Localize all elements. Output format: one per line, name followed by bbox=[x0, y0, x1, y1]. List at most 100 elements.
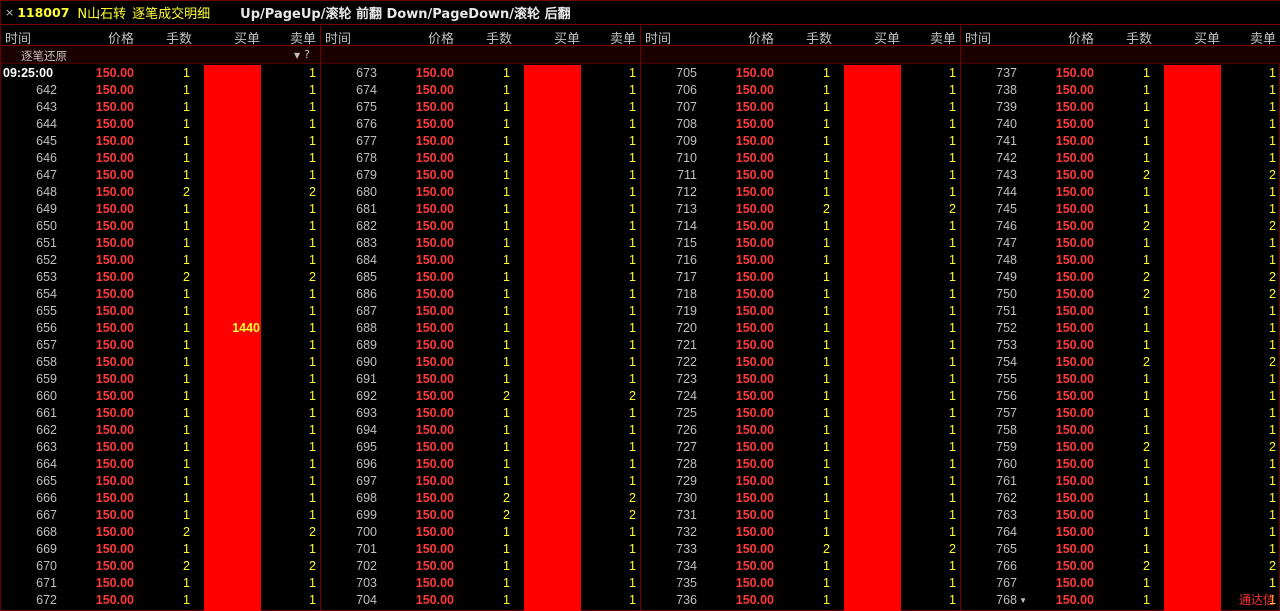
table-row[interactable]: 678 150.00 1 1 bbox=[321, 150, 640, 167]
table-row[interactable]: 686 150.00 1 1 bbox=[321, 286, 640, 303]
table-row[interactable]: 709 150.00 1 1 bbox=[641, 133, 960, 150]
table-row[interactable]: 672 150.00 1 1 bbox=[1, 592, 320, 609]
table-row[interactable]: 698 150.00 2 2 bbox=[321, 490, 640, 507]
header-price[interactable]: 价格 bbox=[108, 28, 134, 47]
table-row[interactable]: 654 150.00 1 1 bbox=[1, 286, 320, 303]
table-row[interactable]: 710 150.00 1 1 bbox=[641, 150, 960, 167]
table-row[interactable]: 642 150.00 1 1 bbox=[1, 82, 320, 99]
table-row[interactable]: 741 150.00 1 1 bbox=[961, 133, 1280, 150]
header-buy[interactable]: 买单 bbox=[1194, 28, 1220, 47]
table-row[interactable]: 644 150.00 1 1 bbox=[1, 116, 320, 133]
table-row[interactable]: 667 150.00 1 1 bbox=[1, 507, 320, 524]
table-row[interactable]: 714 150.00 1 1 bbox=[641, 218, 960, 235]
table-row[interactable]: 693 150.00 1 1 bbox=[321, 405, 640, 422]
table-row[interactable]: 675 150.00 1 1 bbox=[321, 99, 640, 116]
table-row[interactable]: 689 150.00 1 1 bbox=[321, 337, 640, 354]
table-row[interactable]: 706 150.00 1 1 bbox=[641, 82, 960, 99]
header-lots[interactable]: 手数 bbox=[166, 28, 192, 47]
table-row[interactable]: 726 150.00 1 1 bbox=[641, 422, 960, 439]
table-row[interactable]: 761 150.00 1 1 bbox=[961, 473, 1280, 490]
table-row[interactable]: 713 150.00 2 2 bbox=[641, 201, 960, 218]
table-row[interactable]: 767 150.00 1 1 bbox=[961, 575, 1280, 592]
filter-icon[interactable]: ▼ bbox=[294, 51, 304, 60]
table-row[interactable]: 768 150.00 1 1 ▼ bbox=[961, 592, 1280, 609]
table-row[interactable]: 711 150.00 1 1 bbox=[641, 167, 960, 184]
table-row[interactable]: 669 150.00 1 1 bbox=[1, 541, 320, 558]
table-row[interactable]: 739 150.00 1 1 bbox=[961, 99, 1280, 116]
header-lots[interactable]: 手数 bbox=[1126, 28, 1152, 47]
table-row[interactable]: 652 150.00 1 1 bbox=[1, 252, 320, 269]
table-row[interactable]: 712 150.00 1 1 bbox=[641, 184, 960, 201]
table-row[interactable]: 722 150.00 1 1 bbox=[641, 354, 960, 371]
close-icon[interactable]: × bbox=[5, 6, 14, 19]
table-row[interactable]: 653 150.00 2 2 bbox=[1, 269, 320, 286]
table-row[interactable]: 738 150.00 1 1 bbox=[961, 82, 1280, 99]
table-row[interactable]: 657 150.00 1 1 bbox=[1, 337, 320, 354]
table-row[interactable]: 757 150.00 1 1 bbox=[961, 405, 1280, 422]
header-time[interactable]: 时间 bbox=[965, 28, 991, 47]
table-row[interactable]: 717 150.00 1 1 bbox=[641, 269, 960, 286]
table-row[interactable]: 656 150.00 1 1 bbox=[1, 320, 320, 337]
table-row[interactable]: 682 150.00 1 1 bbox=[321, 218, 640, 235]
table-row[interactable]: 649 150.00 1 1 bbox=[1, 201, 320, 218]
table-row[interactable]: 650 150.00 1 1 bbox=[1, 218, 320, 235]
header-sell[interactable]: 卖单 bbox=[1250, 28, 1276, 47]
table-row[interactable]: 740 150.00 1 1 bbox=[961, 116, 1280, 133]
table-row[interactable]: 673 150.00 1 1 bbox=[321, 65, 640, 82]
table-row[interactable]: 702 150.00 1 1 bbox=[321, 558, 640, 575]
table-row[interactable]: 694 150.00 1 1 bbox=[321, 422, 640, 439]
table-row[interactable]: 743 150.00 2 2 bbox=[961, 167, 1280, 184]
table-row[interactable]: 658 150.00 1 1 bbox=[1, 354, 320, 371]
table-row[interactable]: 719 150.00 1 1 bbox=[641, 303, 960, 320]
table-row[interactable]: 681 150.00 1 1 bbox=[321, 201, 640, 218]
header-lots[interactable]: 手数 bbox=[806, 28, 832, 47]
table-row[interactable]: 754 150.00 2 2 bbox=[961, 354, 1280, 371]
table-row[interactable]: 700 150.00 1 1 bbox=[321, 524, 640, 541]
table-row[interactable]: 760 150.00 1 1 bbox=[961, 456, 1280, 473]
table-row[interactable]: 664 150.00 1 1 bbox=[1, 456, 320, 473]
table-row[interactable]: 732 150.00 1 1 bbox=[641, 524, 960, 541]
table-row[interactable]: 733 150.00 2 2 bbox=[641, 541, 960, 558]
table-row[interactable]: 648 150.00 2 2 bbox=[1, 184, 320, 201]
table-row[interactable]: 695 150.00 1 1 bbox=[321, 439, 640, 456]
table-row[interactable]: 697 150.00 1 1 bbox=[321, 473, 640, 490]
table-row[interactable]: 676 150.00 1 1 bbox=[321, 116, 640, 133]
table-row[interactable]: 766 150.00 2 2 bbox=[961, 558, 1280, 575]
table-row[interactable]: 735 150.00 1 1 bbox=[641, 575, 960, 592]
help-icon[interactable]: ? bbox=[304, 48, 314, 61]
table-row[interactable]: 647 150.00 1 1 bbox=[1, 167, 320, 184]
table-row[interactable]: 747 150.00 1 1 bbox=[961, 235, 1280, 252]
table-row[interactable]: 660 150.00 1 1 bbox=[1, 388, 320, 405]
table-row[interactable]: 684 150.00 1 1 bbox=[321, 252, 640, 269]
table-row[interactable]: 724 150.00 1 1 bbox=[641, 388, 960, 405]
table-row[interactable]: 759 150.00 2 2 bbox=[961, 439, 1280, 456]
table-row[interactable]: 688 150.00 1 1 bbox=[321, 320, 640, 337]
table-row[interactable]: 755 150.00 1 1 bbox=[961, 371, 1280, 388]
table-row[interactable]: 659 150.00 1 1 bbox=[1, 371, 320, 388]
table-row[interactable]: 670 150.00 2 2 bbox=[1, 558, 320, 575]
table-row[interactable]: 661 150.00 1 1 bbox=[1, 405, 320, 422]
table-row[interactable]: 736 150.00 1 1 bbox=[641, 592, 960, 609]
header-sell[interactable]: 卖单 bbox=[930, 28, 956, 47]
table-row[interactable]: 720 150.00 1 1 bbox=[641, 320, 960, 337]
header-sell[interactable]: 卖单 bbox=[610, 28, 636, 47]
header-time[interactable]: 时间 bbox=[645, 28, 671, 47]
table-row[interactable]: 763 150.00 1 1 bbox=[961, 507, 1280, 524]
table-row[interactable]: 699 150.00 2 2 bbox=[321, 507, 640, 524]
table-row[interactable]: 655 150.00 1 1 bbox=[1, 303, 320, 320]
table-row[interactable]: 643 150.00 1 1 bbox=[1, 99, 320, 116]
table-row[interactable]: 765 150.00 1 1 bbox=[961, 541, 1280, 558]
table-row[interactable]: 742 150.00 1 1 bbox=[961, 150, 1280, 167]
header-lots[interactable]: 手数 bbox=[486, 28, 512, 47]
table-row[interactable]: 752 150.00 1 1 bbox=[961, 320, 1280, 337]
table-row[interactable]: 715 150.00 1 1 bbox=[641, 235, 960, 252]
header-price[interactable]: 价格 bbox=[1068, 28, 1094, 47]
table-row[interactable]: 09:25:00 150.00 1 1 bbox=[1, 65, 320, 82]
header-price[interactable]: 价格 bbox=[428, 28, 454, 47]
table-row[interactable]: 718 150.00 1 1 bbox=[641, 286, 960, 303]
table-row[interactable]: 687 150.00 1 1 bbox=[321, 303, 640, 320]
table-row[interactable]: 679 150.00 1 1 bbox=[321, 167, 640, 184]
table-row[interactable]: 683 150.00 1 1 bbox=[321, 235, 640, 252]
table-row[interactable]: 725 150.00 1 1 bbox=[641, 405, 960, 422]
table-row[interactable]: 723 150.00 1 1 bbox=[641, 371, 960, 388]
